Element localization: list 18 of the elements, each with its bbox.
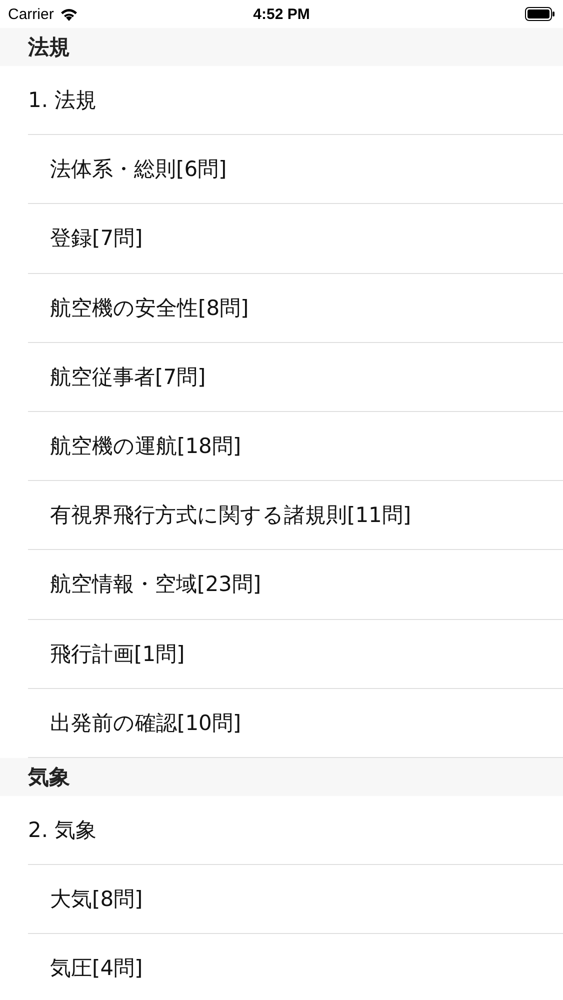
section-header: 法規 <box>28 34 70 61</box>
topic-item[interactable]: 大気[8問] <box>28 865 563 934</box>
topic-item[interactable]: 航空情報・空域[23問] <box>28 550 563 620</box>
chapter-item[interactable]: 1. 法規 <box>28 66 563 136</box>
clock-time: 4:52 PM <box>253 6 310 22</box>
topic-item[interactable]: 航空機の運航[18問] <box>28 412 563 482</box>
wifi-icon <box>60 8 78 20</box>
topic-item[interactable]: 気圧[4問] <box>28 934 563 1000</box>
carrier-name: Carrier <box>8 6 54 22</box>
battery-icon <box>525 7 555 21</box>
section-header: 気象 <box>28 764 70 791</box>
chapter-item[interactable]: 2. 気象 <box>28 796 563 866</box>
topic-item[interactable]: 登録[7問] <box>28 204 563 274</box>
topic-item[interactable]: 航空機の安全性[8問] <box>28 274 563 343</box>
topic-item[interactable]: 飛行計画[1問] <box>28 620 563 689</box>
topic-item[interactable]: 法体系・総則[6問] <box>28 135 563 204</box>
topic-item[interactable]: 有視界飛行方式に関する諸規則[11問] <box>28 481 563 550</box>
topic-item[interactable]: 航空従事者[7問] <box>28 342 563 412</box>
